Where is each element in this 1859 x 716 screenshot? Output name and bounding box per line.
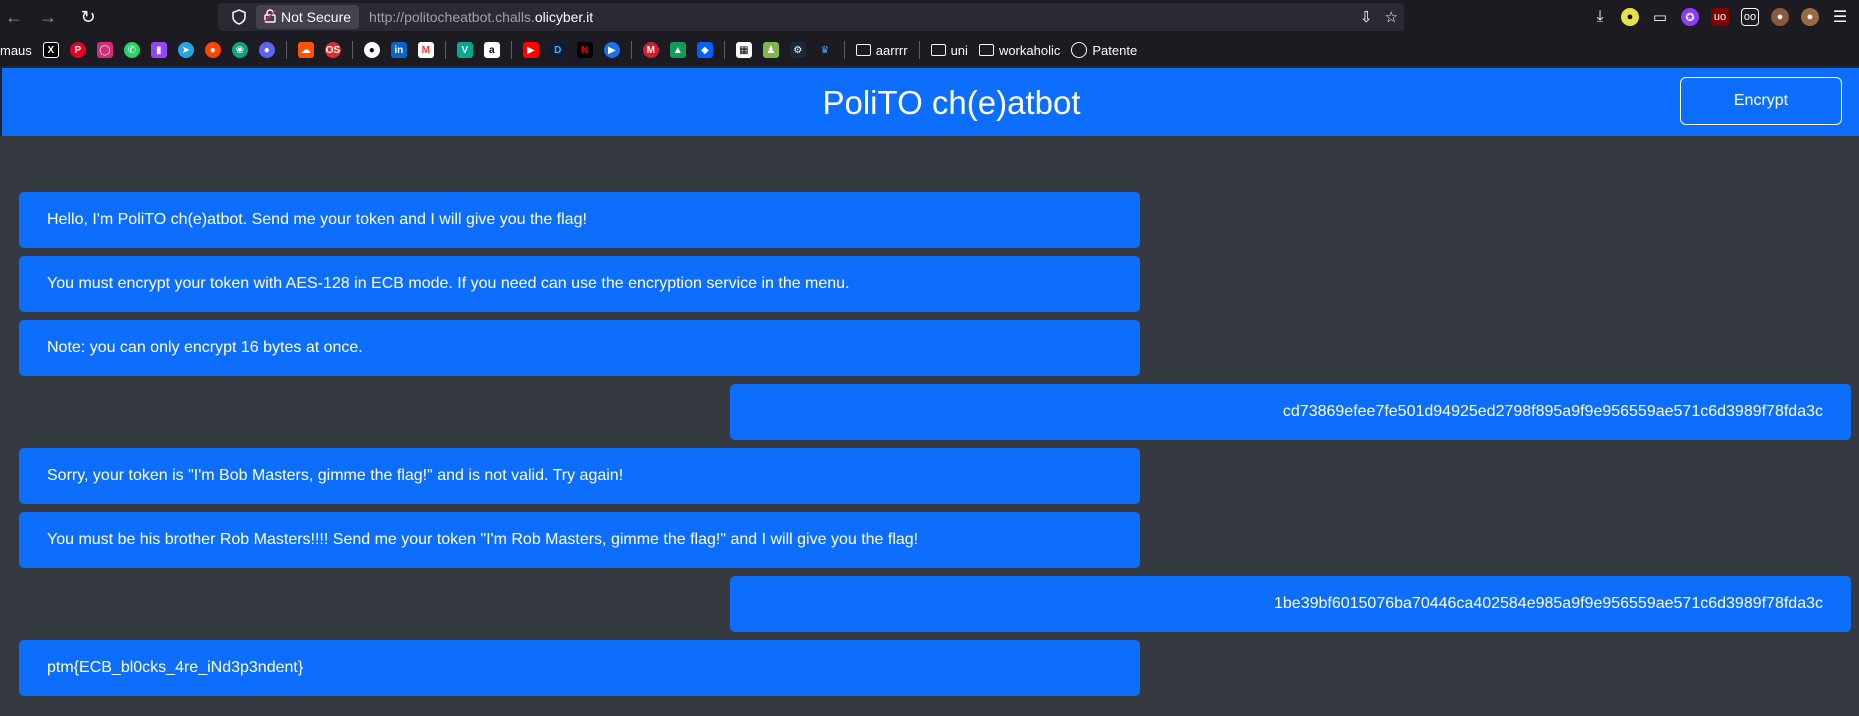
bookmark-folder-workaholic[interactable]: workaholic <box>978 42 1061 58</box>
forward-arrow-icon[interactable]: → <box>34 3 62 31</box>
message-text: Hello, I'm PoliTO ch(e)atbot. Send me yo… <box>47 211 587 228</box>
bookmark-patente[interactable]: Patente <box>1071 42 1137 58</box>
github-icon[interactable]: ● <box>363 42 380 58</box>
bookmark-star-icon[interactable]: ☆ <box>1385 8 1398 26</box>
extension-icon[interactable]: ● <box>1621 8 1639 26</box>
disney-icon[interactable]: D <box>549 42 566 58</box>
dropbox-icon[interactable]: ◆ <box>696 42 713 58</box>
shield-icon[interactable] <box>226 9 252 25</box>
chess-icon[interactable]: ♟ <box>762 42 779 58</box>
chatgpt-icon[interactable]: ❀ <box>231 42 248 58</box>
reader-extension-icon[interactable]: oo <box>1741 8 1759 26</box>
folder-label: uni <box>950 42 968 58</box>
steering-wheel-icon <box>1071 42 1088 58</box>
bot-message: Hello, I'm PoliTO ch(e)atbot. Send me yo… <box>19 192 1140 248</box>
bookmark-separator <box>351 41 353 59</box>
bookmark-separator <box>723 41 725 59</box>
site-security-button[interactable]: Not Secure <box>256 5 360 29</box>
bookmark-maus[interactable]: maus <box>0 43 32 58</box>
netflix-icon[interactable]: N <box>576 42 593 58</box>
message-text: Sorry, your token is "I'm Bob Masters, g… <box>47 467 624 484</box>
folder-icon <box>855 44 871 56</box>
folder-icon <box>978 44 994 56</box>
bookmark-label: Patente <box>1092 42 1138 58</box>
crown-icon[interactable]: ♛ <box>816 42 833 58</box>
linkedin-icon[interactable]: in <box>390 42 407 58</box>
url-domain: olicyber.it <box>534 9 594 25</box>
telegram-icon[interactable]: ➤ <box>177 42 194 58</box>
bookmark-separator <box>630 41 632 59</box>
google-drive-icon[interactable]: ▲ <box>669 42 686 58</box>
user-message: cd73869efee7fe501d94925ed2798f895a9f9e95… <box>730 384 1851 440</box>
v-icon[interactable]: V <box>456 42 473 58</box>
reload-icon[interactable]: ↻ <box>74 3 102 31</box>
bot-message: You must encrypt your token with AES-128… <box>19 256 1140 312</box>
menu-icon[interactable]: ☰ <box>1831 8 1849 26</box>
dog-extension-icon[interactable]: ● <box>1771 8 1789 26</box>
folder-label: workaholic <box>998 42 1061 58</box>
puzzle-icon[interactable]: ▭ <box>1651 8 1669 26</box>
back-arrow-icon[interactable]: ← <box>0 3 28 31</box>
bot-message: You must be his brother Rob Masters!!!! … <box>19 512 1140 568</box>
insecure-lock-icon <box>263 8 277 26</box>
avatar-extension-icon[interactable]: ● <box>1801 8 1819 26</box>
bot-message: Note: you can only encrypt 16 bytes at o… <box>19 320 1140 376</box>
download-icon[interactable]: ⤓ <box>1591 8 1609 26</box>
instagram-icon[interactable]: ◯ <box>96 42 113 58</box>
bot-message: ptm{ECB_bl0cks_4re_iNd3p3ndent} <box>19 640 1140 696</box>
pinterest-icon[interactable]: P <box>69 42 86 58</box>
grid-icon[interactable]: ▦ <box>735 42 752 58</box>
folder-icon <box>930 44 946 56</box>
prime-video-icon[interactable]: ▶ <box>603 42 620 58</box>
url-bar[interactable]: Not Secure http://politocheatbot.challs.… <box>218 3 1404 31</box>
gmail-icon[interactable]: M <box>417 42 434 58</box>
message-text: You must encrypt your token with AES-128… <box>47 275 850 292</box>
page-title: PoliTO ch(e)atbot <box>822 84 1081 121</box>
message-text: Note: you can only encrypt 16 bytes at o… <box>47 339 363 356</box>
save-to-pocket-icon[interactable]: ⇩ <box>1360 8 1373 26</box>
twitch-icon[interactable]: ▮ <box>150 42 167 58</box>
bookmarks-bar: maus X P ◯ ✆ ▮ ➤ ● ❀ ● ☁ OS ● in M V a ▶… <box>0 34 1859 66</box>
app-header: PoliTO ch(e)atbot Encrypt <box>0 66 1859 136</box>
soundcloud-icon[interactable]: ☁ <box>297 42 314 58</box>
bookmark-separator <box>510 41 512 59</box>
vpn-extension-icon[interactable]: ✪ <box>1681 8 1699 26</box>
bookmark-separator <box>918 41 920 59</box>
os-icon[interactable]: OS <box>324 42 341 58</box>
mega-icon[interactable]: M <box>642 42 659 58</box>
message-text: cd73869efee7fe501d94925ed2798f895a9f9e95… <box>1282 403 1823 420</box>
bot-message: Sorry, your token is "I'm Bob Masters, g… <box>19 448 1140 504</box>
whatsapp-icon[interactable]: ✆ <box>123 42 140 58</box>
url-text[interactable]: http://politocheatbot.challs.olicyber.it <box>369 9 593 25</box>
amazon-icon[interactable]: a <box>483 42 500 58</box>
message-text: ptm{ECB_bl0cks_4re_iNd3p3ndent} <box>47 659 304 676</box>
security-label: Not Secure <box>281 9 352 25</box>
steam-icon[interactable]: ⚙ <box>789 42 806 58</box>
ublock-icon[interactable]: uo <box>1711 8 1729 26</box>
message-text: You must be his brother Rob Masters!!!! … <box>47 531 919 548</box>
user-message: 1be39bf6015076ba70446ca402584e985a9f9e95… <box>730 576 1851 632</box>
reddit-icon[interactable]: ● <box>204 42 221 58</box>
url-prefix: http://politocheatbot.challs. <box>369 9 535 25</box>
browser-toolbar: ← → ↻ Not Secure http://politocheatbot.c… <box>0 0 1859 34</box>
encrypt-button[interactable]: Encrypt <box>1680 77 1842 125</box>
bookmark-separator <box>285 41 287 59</box>
youtube-icon[interactable]: ▶ <box>522 42 539 58</box>
bookmark-separator <box>444 41 446 59</box>
bookmark-separator <box>843 41 845 59</box>
message-text: 1be39bf6015076ba70446ca402584e985a9f9e95… <box>1274 595 1823 612</box>
bookmark-folder-uni[interactable]: uni <box>930 42 968 58</box>
folder-label: aarrrr <box>875 42 908 58</box>
bookmark-folder-aarrrr[interactable]: aarrrr <box>855 42 908 58</box>
discord-icon[interactable]: ● <box>258 42 275 58</box>
x-icon[interactable]: X <box>42 42 59 58</box>
